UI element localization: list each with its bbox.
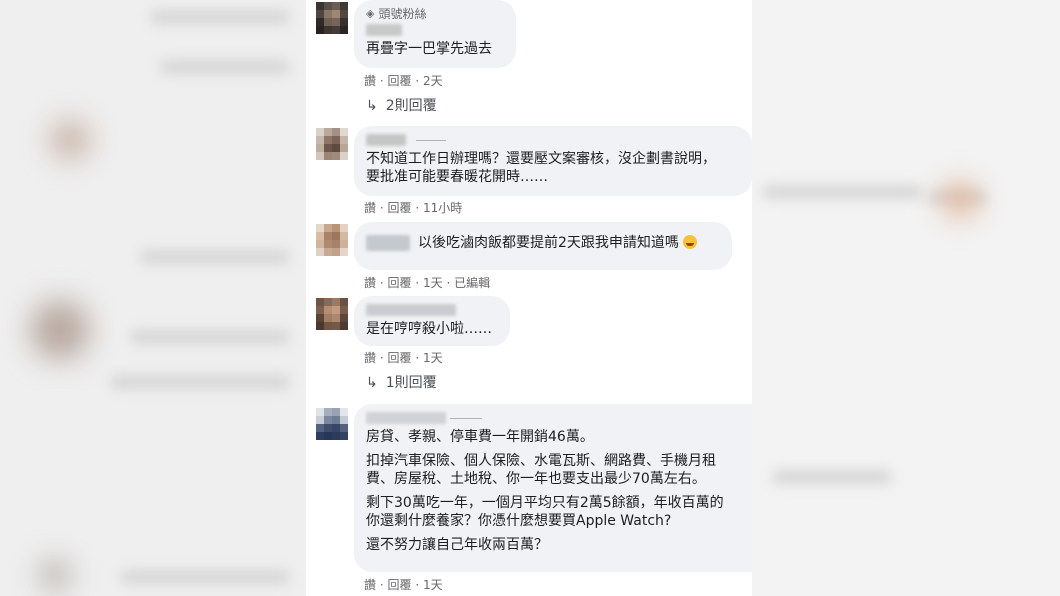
comment-text: 不知道工作日辦理嗎？還要壓文案審核，沒企劃書說明， 要批准可能要春暖花開時……	[366, 151, 716, 185]
reply-link[interactable]: 回覆	[388, 578, 412, 592]
like-link[interactable]: 讚	[364, 276, 376, 290]
commenter-name-redacted[interactable]	[366, 304, 456, 316]
avatar[interactable]	[316, 408, 348, 440]
timestamp[interactable]: 1天	[423, 351, 443, 365]
blurred-text	[120, 570, 290, 584]
blurred-background-right	[752, 0, 1060, 596]
commenter-name-redacted[interactable]	[366, 24, 402, 36]
blurred-text	[110, 375, 290, 389]
comment-text: 以後吃滷肉飯都要提前2天跟我申請知道嗎	[418, 234, 698, 252]
diamond-icon: ◈	[366, 7, 375, 20]
blurred-text	[772, 470, 892, 484]
reply-link[interactable]: 回覆	[388, 276, 412, 290]
like-link[interactable]: 讚	[364, 74, 376, 88]
rolling-on-floor-laughing-emoji	[683, 235, 698, 249]
comment-actions: 讚 · 回覆 · 1天	[364, 578, 443, 592]
reply-arrow-icon: ↳	[366, 375, 378, 391]
commenter-name-redacted[interactable]	[366, 134, 406, 146]
blurred-avatar	[50, 120, 90, 160]
blurred-text	[762, 185, 922, 199]
blurred-text	[130, 330, 290, 344]
blurred-avatar	[942, 182, 978, 218]
blurred-avatar	[40, 560, 70, 590]
commenter-name-redacted[interactable]	[366, 412, 446, 424]
comment-bubble: 以後吃滷肉飯都要提前2天跟我申請知道嗎	[354, 222, 732, 270]
avatar[interactable]	[316, 2, 348, 34]
top-fan-badge: ◈ 頭號粉絲	[366, 7, 427, 21]
like-link[interactable]: 讚	[364, 578, 376, 592]
comment-bubble: 不知道工作日辦理嗎？還要壓文案審核，沒企劃書說明， 要批准可能要春暖花開時……	[354, 126, 752, 196]
avatar[interactable]	[316, 298, 348, 330]
timestamp[interactable]: 1天	[423, 578, 443, 592]
reply-arrow-icon: ↳	[366, 98, 378, 114]
comment-text: 是在哼哼殺小啦……	[366, 321, 492, 337]
blurred-background-left	[0, 0, 306, 596]
comment-text: 再疊字一巴掌先過去	[366, 41, 492, 57]
commenter-name-redacted[interactable]	[366, 235, 410, 251]
name-underline	[416, 140, 446, 141]
view-replies-link[interactable]: ↳ 2則回覆	[366, 97, 437, 115]
blurred-text	[160, 60, 290, 74]
timestamp[interactable]: 2天	[423, 74, 443, 88]
timestamp[interactable]: 11小時	[423, 201, 462, 215]
view-replies-link[interactable]: ↳ 1則回覆	[366, 374, 437, 392]
blurred-avatar	[30, 300, 90, 360]
comment-bubble: ◈ 頭號粉絲 再疊字一巴掌先過去	[354, 0, 516, 68]
blurred-text	[150, 10, 290, 24]
comment-actions: 讚 · 回覆 · 1天	[364, 351, 443, 365]
blurred-text	[140, 250, 290, 264]
avatar[interactable]	[316, 128, 348, 160]
comment-bubble: 房貸、孝親、停車費一年開銷46萬。 扣掉汽車保險、個人保險、水電瓦斯、網路費、手…	[354, 404, 752, 572]
comment-actions: 讚 · 回覆 · 1天 · 已編輯	[364, 276, 491, 290]
like-link[interactable]: 讚	[364, 201, 376, 215]
comment-bubble: 是在哼哼殺小啦……	[354, 296, 510, 346]
comment-feed: ◈ 頭號粉絲 再疊字一巴掌先過去 讚 · 回覆 · 2天 ↳ 2則回覆 不知道工…	[306, 0, 752, 596]
reply-link[interactable]: 回覆	[388, 74, 412, 88]
timestamp[interactable]: 1天	[423, 276, 443, 290]
edited-label: 已編輯	[454, 276, 491, 290]
name-underline	[450, 418, 482, 419]
reply-link[interactable]: 回覆	[388, 201, 412, 215]
comment-actions: 讚 · 回覆 · 11小時	[364, 201, 463, 215]
avatar[interactable]	[316, 224, 348, 256]
comment-actions: 讚 · 回覆 · 2天	[364, 74, 443, 88]
like-link[interactable]: 讚	[364, 351, 376, 365]
reply-link[interactable]: 回覆	[388, 351, 412, 365]
comment-text: 房貸、孝親、停車費一年開銷46萬。 扣掉汽車保險、個人保險、水電瓦斯、網路費、手…	[366, 429, 724, 553]
